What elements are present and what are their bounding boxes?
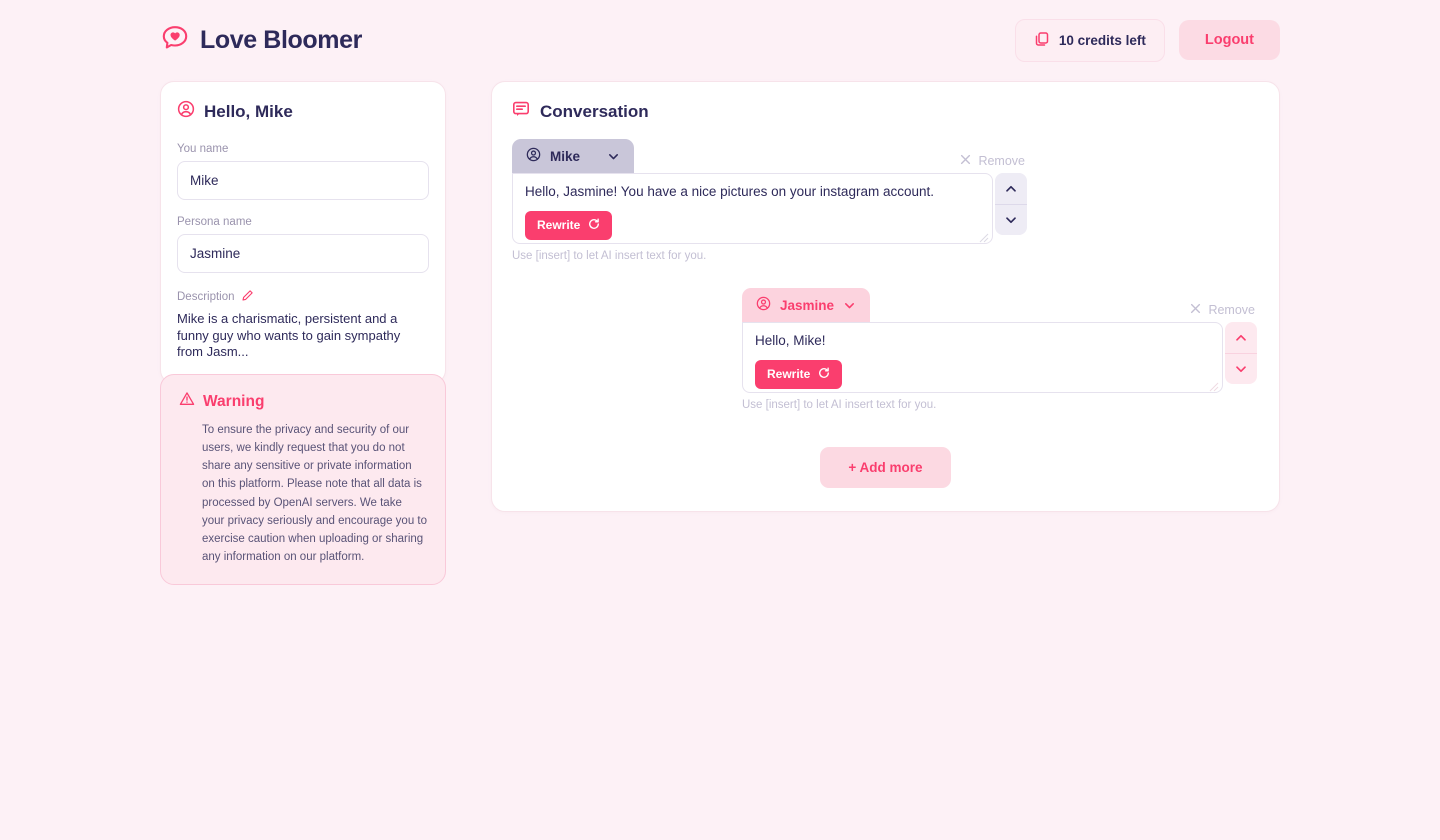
message-textarea-jasmine[interactable]: Hello, Mike! Rewrite [742, 322, 1224, 393]
you-name-label: You name [177, 143, 229, 155]
message-text-jasmine: Hello, Mike! [755, 333, 826, 348]
conversation-title: Conversation [540, 101, 649, 121]
profile-card: Hello, Mike You name Persona name Descri… [160, 81, 446, 384]
close-x-icon [960, 154, 971, 168]
user-circle-icon [177, 100, 195, 123]
persona-selector-mike[interactable]: Mike [512, 139, 634, 174]
logout-button[interactable]: Logout [1178, 20, 1280, 60]
profile-card-title: Hello, Mike [177, 100, 429, 123]
rewrite-label: Rewrite [537, 218, 581, 233]
persona-name-input[interactable] [177, 234, 429, 273]
refresh-icon [588, 218, 600, 233]
move-down-button-mike[interactable] [995, 204, 1027, 235]
conversation-card: Conversation Mike Remove Hello, Jasmine!… [491, 81, 1280, 512]
app-root: Love Bloomer 10 credits left Logout Hell… [0, 0, 1440, 840]
chat-bubble-icon [512, 100, 530, 123]
remove-label: Remove [978, 154, 1025, 168]
profile-greeting: Hello, Mike [204, 101, 293, 121]
insert-hint-jasmine: Use [insert] to let AI insert text for y… [742, 399, 937, 411]
credits-label: 10 credits left [1058, 32, 1146, 48]
message-text-mike: Hello, Jasmine! You have a nice pictures… [525, 184, 934, 199]
brand-name: Love Bloomer [200, 25, 362, 54]
close-x-icon [1190, 303, 1201, 317]
rewrite-button-jasmine[interactable]: Rewrite [755, 359, 843, 389]
rewrite-label: Rewrite [767, 367, 811, 382]
app-header: Love Bloomer 10 credits left Logout [160, 18, 1280, 62]
description-field: Description Mike is a charismatic, persi… [177, 289, 429, 361]
chevron-down-icon [607, 150, 620, 163]
warning-title: Warning [203, 392, 265, 410]
rewrite-button-mike[interactable]: Rewrite [525, 210, 613, 240]
reorder-controls-jasmine [1225, 322, 1257, 384]
message-header-mike: Mike Remove [512, 139, 1027, 174]
reorder-controls-mike [995, 173, 1027, 235]
persona-selector-jasmine[interactable]: Jasmine [742, 288, 871, 323]
persona-name-jasmine: Jasmine [780, 297, 835, 313]
user-circle-icon [756, 296, 771, 314]
add-more-row: + Add more [512, 447, 1259, 488]
insert-hint-mike: Use [insert] to let AI insert text for y… [512, 250, 707, 262]
refresh-icon [818, 367, 830, 382]
you-name-input[interactable] [177, 161, 429, 200]
conversation-title-row: Conversation [512, 100, 1259, 123]
persona-name-field: Persona name [177, 216, 429, 273]
remove-label: Remove [1208, 303, 1255, 317]
warning-card: Warning To ensure the privacy and securi… [160, 374, 446, 586]
credits-button[interactable]: 10 credits left [1014, 18, 1165, 62]
move-down-button-jasmine[interactable] [1225, 353, 1257, 384]
textarea-resize-handle-jasmine[interactable] [1209, 379, 1219, 392]
warning-title-row: Warning [179, 391, 427, 412]
chevron-down-icon [843, 299, 856, 312]
move-up-button-jasmine[interactable] [1225, 322, 1257, 353]
message-body-mike: Hello, Jasmine! You have a nice pictures… [512, 173, 1027, 244]
description-label: Description [177, 291, 235, 303]
header-actions: 10 credits left Logout [1014, 18, 1280, 62]
remove-message-mike-button[interactable]: Remove [960, 154, 1025, 168]
remove-message-jasmine-button[interactable]: Remove [1190, 303, 1255, 317]
message-textarea-mike[interactable]: Hello, Jasmine! You have a nice pictures… [512, 173, 994, 244]
description-label-row: Description [177, 289, 429, 305]
brand-logo[interactable]: Love Bloomer [160, 23, 362, 58]
message-block-mike: Mike Remove Hello, Jasmine! You have a n… [512, 139, 1027, 262]
warning-body: To ensure the privacy and security of ou… [202, 424, 428, 564]
move-up-button-mike[interactable] [995, 173, 1027, 204]
message-header-jasmine: Jasmine Remove [742, 288, 1257, 323]
message-block-jasmine: Jasmine Remove Hello, Mike! Rewrite Use … [742, 288, 1257, 411]
warning-triangle-icon [179, 391, 195, 412]
persona-name-label: Persona name [177, 216, 252, 228]
pencil-icon[interactable] [241, 289, 254, 305]
you-name-field: You name [177, 143, 429, 200]
description-text: Mike is a charismatic, persistent and a … [177, 311, 401, 360]
user-circle-icon [526, 147, 541, 165]
message-body-jasmine: Hello, Mike! Rewrite [742, 322, 1257, 393]
cards-stack-icon [1034, 31, 1050, 50]
textarea-resize-handle-mike[interactable] [979, 230, 989, 243]
heart-speech-bubble-icon [160, 23, 190, 58]
persona-name-mike: Mike [550, 148, 581, 164]
add-more-button[interactable]: + Add more [820, 447, 951, 488]
